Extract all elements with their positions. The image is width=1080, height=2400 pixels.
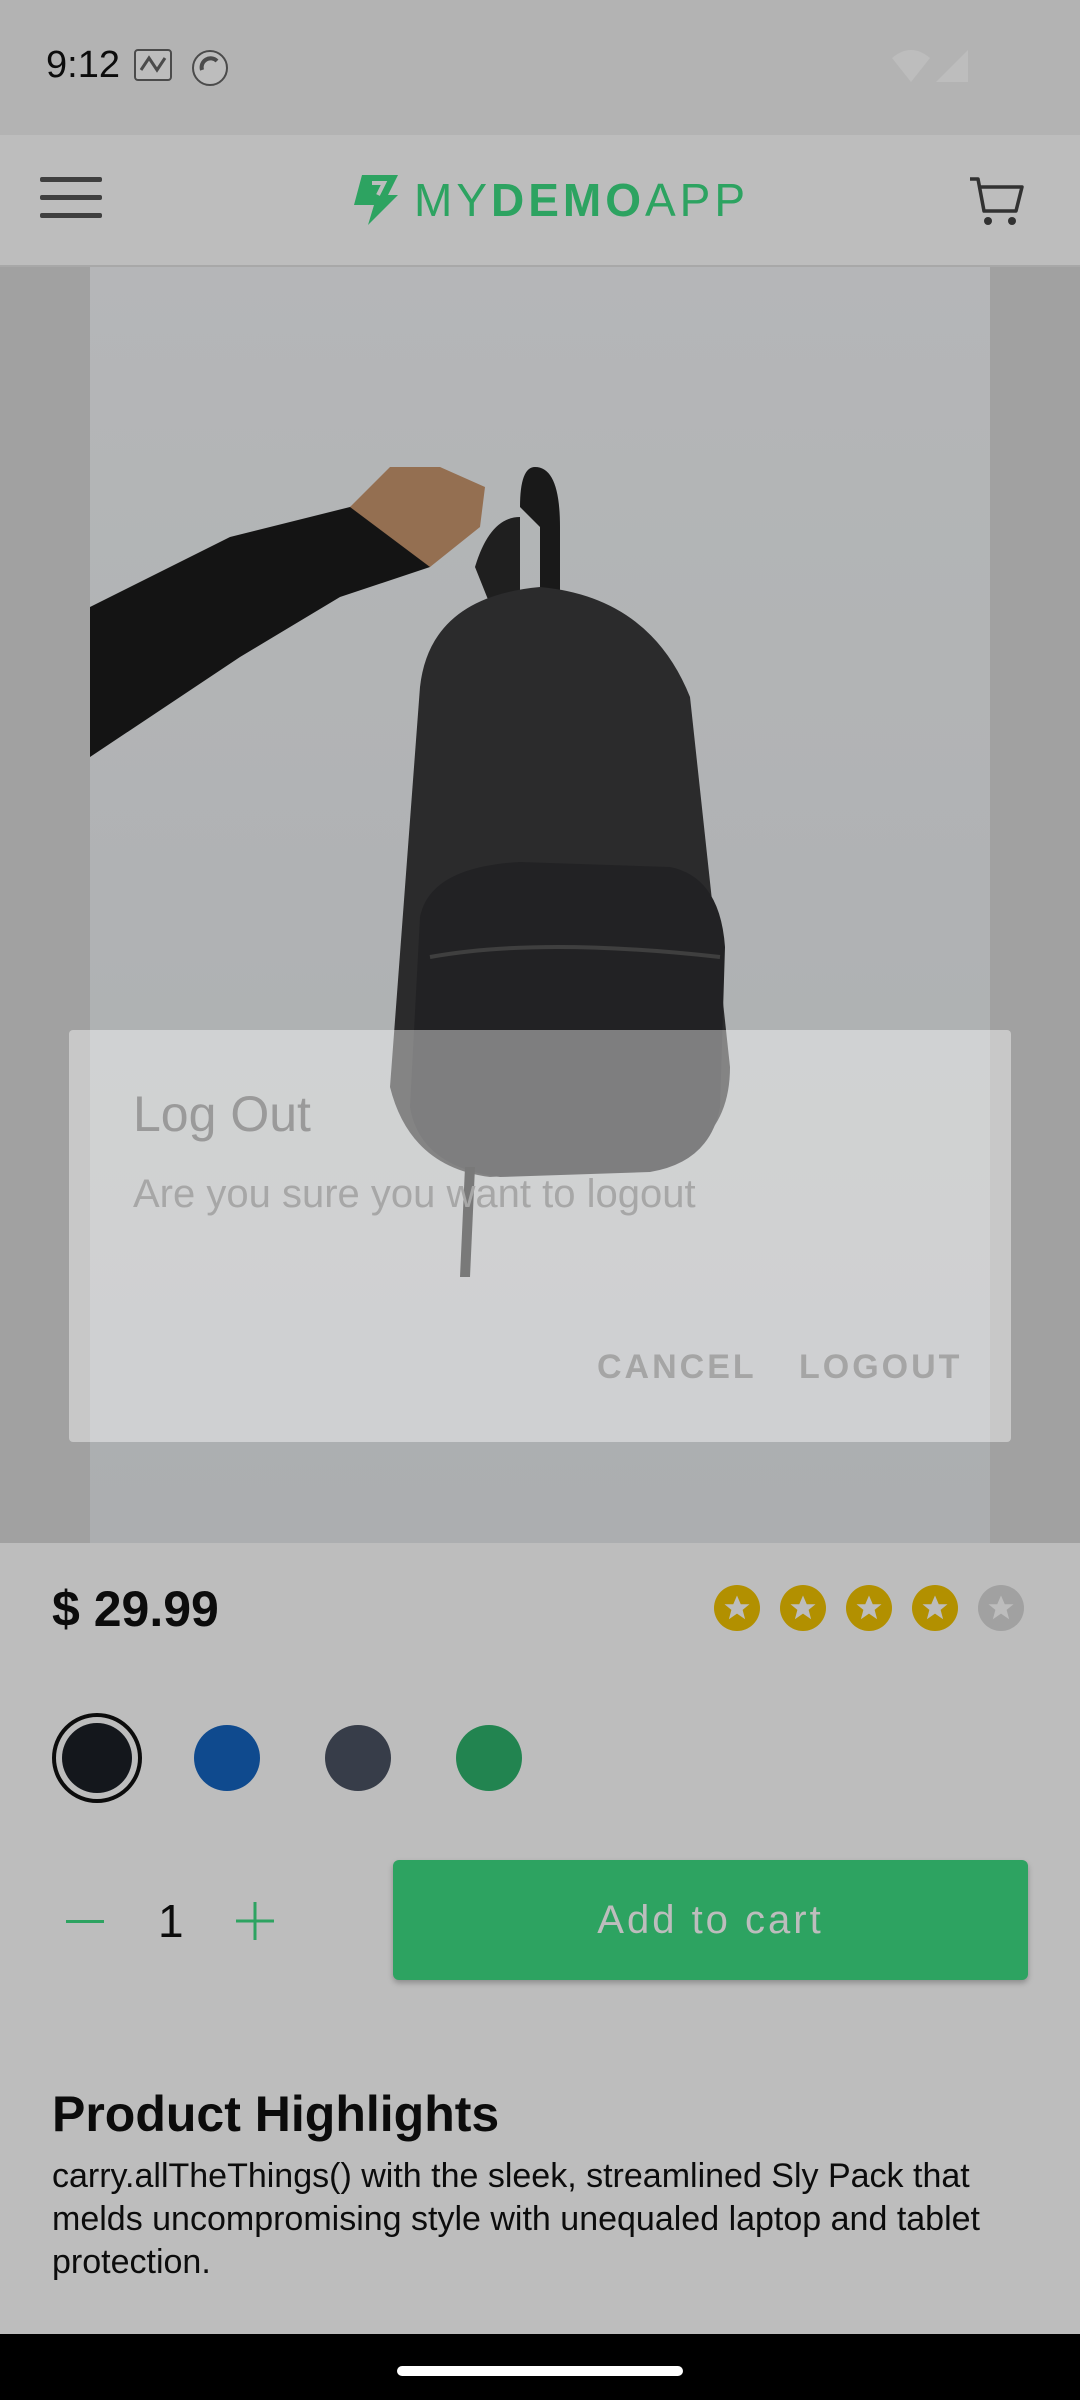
cancel-button[interactable]: CANCEL: [597, 1348, 757, 1387]
dialog-message: Are you sure you want to logout: [133, 1172, 696, 1216]
logout-dialog: Log Out Are you sure you want to logout …: [69, 1030, 1011, 1442]
logout-button[interactable]: LOGOUT: [799, 1348, 962, 1387]
dialog-title: Log Out: [133, 1086, 311, 1142]
home-gesture-handle[interactable]: [397, 2366, 683, 2376]
